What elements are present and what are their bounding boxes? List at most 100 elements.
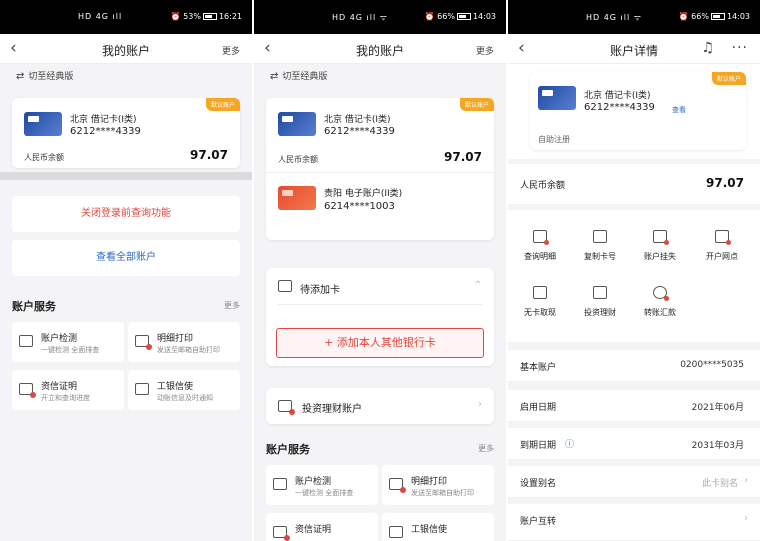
self-register-label: 自助注册 [538, 135, 570, 144]
service-statement-print[interactable]: 明细打印 发送至邮箱自助打印 [382, 465, 494, 505]
collapse-icon[interactable]: ⌃ [474, 280, 482, 291]
service-icbc-messenger[interactable]: 工银信使 [382, 513, 494, 541]
function-grid: 查询明细 复制卡号 账户挂失 开户网点 无卡取现 投资理财 转账汇款 [508, 210, 760, 342]
service-subtitle: 开立和查询进度 [41, 394, 90, 402]
view-all-accounts-button[interactable]: 查看全部账户 [12, 240, 240, 276]
account-card[interactable]: 默认账户 北京 借记卡(I类) 6212****4339 人民币余额 97.07 [12, 98, 240, 168]
service-title: 资信证明 [41, 382, 78, 392]
grid-transfer[interactable]: 转账汇款 [632, 286, 688, 318]
row-set-alias[interactable]: 设置别名 此卡别名 › [508, 466, 760, 498]
switch-classic-link[interactable]: ⇄ 切至经典版 [0, 64, 252, 90]
grid-query-details[interactable]: 查询明细 [512, 230, 568, 262]
card-name: 北京 借记卡(I类) [584, 91, 651, 101]
signal-indicator: HD 4G ıll [78, 12, 123, 21]
swap-icon: ⇄ [16, 71, 25, 82]
more-button[interactable]: 更多 [222, 44, 240, 57]
service-subtitle: 动账信息及时通知 [157, 394, 213, 402]
transfer-icon [653, 286, 669, 301]
grid-cardless-withdrawal[interactable]: 无卡取现 [512, 286, 568, 318]
service-statement-print[interactable]: 明细打印 发送至邮箱自助打印 [128, 322, 240, 362]
nav-bar: ‹ 账户详情 ♫ ··· [508, 34, 760, 64]
row-value: 此卡别名 [701, 479, 738, 489]
bank-card-thumbnail [538, 86, 576, 110]
page-title: 我的账户 [101, 44, 150, 58]
battery-icon [202, 13, 217, 20]
invest-account-row[interactable]: 投资理财账户 › [266, 388, 494, 424]
clock: 16:21 [218, 12, 242, 21]
customer-service-icon[interactable]: ♫ [701, 40, 714, 56]
more-options-icon[interactable]: ··· [732, 40, 748, 56]
card-number: 6212****4339 [70, 126, 141, 137]
balance-value: 97.07 [444, 150, 482, 164]
chevron-right-icon: › [744, 475, 748, 486]
section-title-account-services: 账户服务 [12, 300, 56, 313]
account-check-icon [273, 478, 287, 490]
screen-my-accounts-1: HD 4G ıll ⏰ 53% 16:21 ‹ 我的账户 更多 ⇄ 切至经典版 默认… [0, 0, 252, 541]
row-account-transfer[interactable]: 账户互转 › [508, 504, 760, 541]
card2-number: 6214****1003 [324, 201, 395, 212]
grid-copy-card-number[interactable]: 复制卡号 [572, 230, 628, 262]
screen-my-accounts-2: HD 4G ıll ᯤ ⏰ 66% 14:03 ‹ 我的账户 更多 ⇄ 切至经典版 … [254, 0, 506, 541]
copy-icon [593, 230, 607, 243]
service-subtitle: 一键检测 全面排查 [295, 489, 354, 497]
balance-value: 97.07 [706, 176, 744, 190]
default-account-badge: 默认账户 [711, 72, 746, 85]
switch-classic-link[interactable]: ⇄ 切至经典版 [254, 64, 506, 90]
grid-opening-branch[interactable]: 开户网点 [694, 230, 750, 262]
battery-percent: 53% [183, 12, 201, 21]
add-other-bank-card-button[interactable]: + 添加本人其他银行卡 [276, 328, 484, 358]
print-icon [389, 478, 406, 493]
chevron-right-icon: › [478, 399, 482, 410]
card2-name[interactable]: 贵阳 电子账户(II类) [324, 186, 402, 199]
service-icbc-messenger[interactable]: 工银信使 动账信息及时通知 [128, 370, 240, 410]
pending-card-panel: 待添加卡 ⌃ + 添加本人其他银行卡 [266, 268, 494, 366]
switch-label: 切至经典版 [28, 72, 74, 82]
signal-indicator: HD 4G ıll ᯤ [586, 13, 643, 22]
certificate-icon [19, 383, 36, 398]
mail-icon [135, 383, 149, 395]
bank-card-thumbnail [278, 112, 316, 136]
more-button[interactable]: 更多 [476, 44, 494, 57]
view-card-link[interactable]: 查看 [672, 105, 686, 115]
nav-bar: ‹ 我的账户 更多 [0, 34, 252, 64]
service-title: 账户检测 [41, 334, 78, 344]
grid-investment[interactable]: 投资理财 [572, 286, 628, 318]
service-credit-certificate[interactable]: 资信证明 开立和查询进度 [12, 370, 124, 410]
close-login-query-button[interactable]: 关闭登录前查询功能 [12, 196, 240, 232]
row-label: 到期日期 [520, 441, 557, 451]
grid-label: 投资理财 [584, 308, 616, 317]
grid-label: 开户网点 [706, 252, 738, 261]
row-start-date: 启用日期 2021年06月 [508, 390, 760, 422]
divider [278, 304, 482, 305]
pending-title: 待添加卡 [300, 285, 340, 296]
grid-label: 账户挂失 [644, 252, 676, 261]
service-account-check[interactable]: 账户检测 一键检测 全面排查 [12, 322, 124, 362]
balance-label: 人民币余额 [520, 181, 566, 191]
nav-bar: ‹ 我的账户 更多 [254, 34, 506, 64]
service-credit-certificate[interactable]: 资信证明 [266, 513, 378, 541]
balance-label: 人民币余额 [278, 155, 318, 164]
status-bar: HD 4G ıll ᯤ ⏰ 66% 14:03 [254, 0, 506, 34]
card-name: 北京 借记卡(I类) [324, 115, 391, 125]
services-more-link[interactable]: 更多 [224, 300, 240, 311]
service-title: 资信证明 [295, 525, 332, 535]
grid-report-loss[interactable]: 账户挂失 [632, 230, 688, 262]
services-more-link[interactable]: 更多 [478, 443, 494, 454]
grid-label: 复制卡号 [584, 252, 616, 261]
card-number: 6212****4339 [584, 102, 655, 113]
alarm-icon: ⏰ [678, 12, 692, 21]
e-account-card-thumbnail [278, 186, 316, 210]
atm-icon [533, 286, 547, 299]
service-title: 工银信使 [411, 525, 448, 535]
screen-account-detail: HD 4G ıll ᯤ ⏰ 66% 14:03 ‹ 账户详情 ♫ ··· 默认账户… [508, 0, 760, 541]
account-card: 默认账户 北京 借记卡(I类) 6212****4339 查看 自助注册 [530, 72, 746, 150]
service-subtitle: 发送至邮箱自助打印 [411, 489, 474, 497]
balance-label: 人民币余额 [24, 153, 64, 162]
battery-percent: 66% [691, 12, 709, 21]
print-icon [135, 335, 152, 350]
info-icon[interactable]: ⓘ [565, 437, 574, 450]
signal-indicator: HD 4G ıll ᯤ [332, 13, 389, 22]
chevron-right-icon: › [744, 513, 748, 524]
service-account-check[interactable]: 账户检测 一键检测 全面排查 [266, 465, 378, 505]
row-label: 账户互转 [520, 517, 557, 527]
